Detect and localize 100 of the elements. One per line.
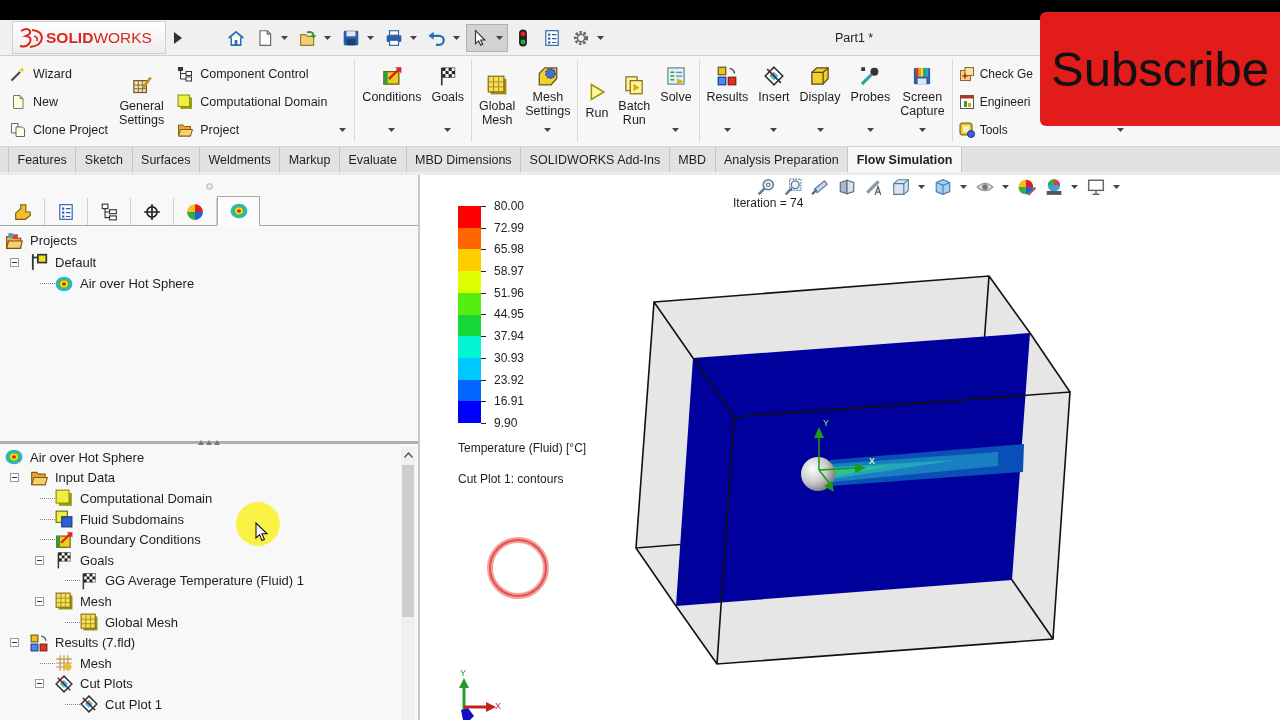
section-view-icon[interactable]: [838, 178, 856, 196]
ribbon-tab[interactable]: MBD: [669, 147, 716, 172]
caret-icon[interactable]: [816, 128, 824, 132]
ribbon-button[interactable]: Conditions: [357, 60, 427, 142]
tree-item[interactable]: Projects: [5, 230, 77, 252]
ribbon-button[interactable]: Screen Capture: [895, 60, 950, 142]
caret-icon[interactable]: [770, 128, 778, 132]
shaded-cube-icon[interactable]: [934, 178, 952, 196]
tree-item[interactable]: Boundary Conditions: [35, 529, 201, 550]
ribbon-tab[interactable]: Markup: [280, 147, 340, 172]
caret-icon[interactable]: [339, 128, 347, 132]
color-sphere-icon[interactable]: [1018, 178, 1036, 196]
monitor-icon[interactable]: [1087, 178, 1105, 196]
caret-icon[interactable]: [324, 35, 331, 40]
ribbon-tab[interactable]: Features: [8, 147, 77, 172]
caret-icon[interactable]: [960, 185, 967, 189]
collapse-icon[interactable]: [35, 596, 44, 606]
tree-item[interactable]: Goals: [35, 549, 114, 571]
menu-arrow-icon[interactable]: [174, 31, 182, 44]
tree-item[interactable]: Air over Hot Sphere: [5, 447, 145, 468]
grip-icon[interactable]: [198, 440, 220, 445]
caret-icon[interactable]: [410, 35, 417, 40]
tree-item[interactable]: Default: [10, 251, 97, 273]
page-icon: [256, 28, 274, 47]
collapse-icon[interactable]: [35, 679, 44, 689]
ribbon-button[interactable]: Engineeri: [956, 88, 1031, 116]
ribbon-tab[interactable]: MBD Dimensions: [406, 147, 522, 172]
scene-icon[interactable]: [1045, 178, 1063, 196]
caret-icon[interactable]: [597, 35, 604, 40]
tree-item[interactable]: Cut Plot 1: [60, 694, 163, 715]
ribbon-button[interactable]: Results: [701, 60, 754, 142]
caret-icon[interactable]: [1071, 185, 1078, 189]
caret-icon[interactable]: [453, 35, 460, 40]
ribbon-tab[interactable]: Weldments: [199, 147, 281, 172]
ribbon-button[interactable]: Component Control: [175, 60, 309, 88]
tree-item[interactable]: Mesh: [35, 652, 112, 674]
ribbon-tab[interactable]: Surfaces: [132, 147, 200, 172]
ribbon-button[interactable]: Project: [175, 116, 240, 144]
ribbon-button[interactable]: Wizard: [8, 60, 72, 88]
caret-icon[interactable]: [1002, 185, 1009, 189]
collapse-icon[interactable]: [10, 257, 19, 267]
caret-icon[interactable]: [866, 128, 874, 132]
ribbon-button[interactable]: Computational Domain: [175, 88, 328, 116]
ribbon-button[interactable]: Mesh Settings: [520, 60, 576, 142]
ribbon-button[interactable]: Check Ge: [956, 60, 1033, 88]
ribbon-button[interactable]: Global Mesh: [474, 60, 521, 142]
ribbon-tab[interactable]: Evaluate: [339, 147, 407, 172]
tree-item[interactable]: Input Data: [10, 467, 115, 489]
ribbon-tab[interactable]: Flow Simulation: [848, 147, 962, 172]
ribbon-button[interactable]: Probes: [845, 60, 896, 142]
ribbon-button[interactable]: Goals: [426, 60, 470, 142]
legend-value: 30.93: [494, 350, 525, 365]
ribbon-button[interactable]: Run: [580, 60, 614, 142]
subscribe-banner[interactable]: Subscribe: [1040, 12, 1280, 126]
ribbon-button[interactable]: Clone Project: [8, 116, 109, 144]
caret-icon[interactable]: [367, 35, 374, 40]
ribbon-button[interactable]: Tools: [956, 116, 1008, 144]
ribbon-button[interactable]: Solve: [655, 60, 697, 142]
ribbon-button[interactable]: Insert: [753, 60, 795, 142]
ribbon-button[interactable]: General Settings: [114, 60, 170, 142]
annotation-icon[interactable]: [865, 178, 883, 196]
caret-icon[interactable]: [444, 128, 452, 132]
logo-panel[interactable]: SOLIDWORKS: [12, 21, 166, 54]
cube-icon[interactable]: [892, 178, 910, 196]
toolbar-button[interactable]: [466, 23, 508, 52]
ribbon-button[interactable]: Batch Run: [613, 60, 656, 142]
tree-item[interactable]: Air over Hot Sphere: [35, 273, 195, 295]
caret-icon[interactable]: [918, 185, 925, 189]
caret-icon[interactable]: [544, 128, 552, 132]
caret-icon[interactable]: [281, 35, 288, 40]
scrollbar[interactable]: [401, 447, 415, 720]
caret-icon[interactable]: [1113, 185, 1120, 189]
tree-item[interactable]: Fluid Subdomains: [35, 508, 185, 530]
caret-icon[interactable]: [496, 35, 503, 40]
tree-item[interactable]: Cut Plots: [35, 673, 133, 695]
caret-icon[interactable]: [723, 128, 731, 132]
caret-icon[interactable]: [918, 128, 926, 132]
folder-icon: [177, 122, 194, 138]
collapse-icon[interactable]: [10, 473, 19, 483]
tree-item[interactable]: Global Mesh: [60, 611, 178, 633]
previous-view-icon[interactable]: [811, 178, 829, 196]
caret-icon[interactable]: [388, 128, 396, 132]
scrollbar-thumb[interactable]: [402, 465, 414, 617]
scroll-up-icon[interactable]: [403, 452, 413, 458]
drag-handle-icon[interactable]: [205, 182, 213, 190]
zoom-area-icon[interactable]: [784, 178, 802, 196]
caret-icon[interactable]: [1116, 128, 1124, 132]
tree-item[interactable]: Computational Domain: [35, 488, 213, 509]
tree-item[interactable]: Results (7.fld): [10, 632, 136, 653]
zoom-icon[interactable]: [757, 178, 775, 196]
collapse-icon[interactable]: [35, 555, 44, 565]
tree-item[interactable]: GG Average Temperature (Fluid) 1: [60, 570, 304, 592]
ribbon-button[interactable]: Display: [794, 60, 846, 142]
tree-item[interactable]: Mesh: [35, 591, 112, 612]
ribbon-tab[interactable]: Sketch: [76, 147, 133, 172]
caret-icon[interactable]: [672, 128, 680, 132]
ribbon-tab[interactable]: SOLIDWORKS Add-Ins: [521, 147, 670, 172]
collapse-icon[interactable]: [10, 638, 19, 648]
ribbon-button[interactable]: New: [8, 88, 58, 116]
legend-value: 51.96: [494, 285, 525, 300]
